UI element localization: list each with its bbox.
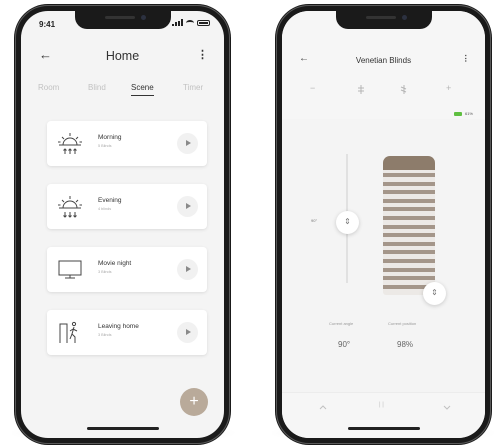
scene-name: Leaving home bbox=[98, 323, 139, 330]
signal-icon bbox=[172, 19, 183, 26]
angle-slider-handle[interactable]: ⇕ bbox=[336, 211, 359, 234]
tab-room[interactable]: Room bbox=[38, 83, 59, 92]
left-phone: 9:41 ← Home ⋮ Room Blind Scene Timer Mor… bbox=[14, 4, 231, 445]
plus-button[interactable]: + bbox=[446, 83, 451, 93]
blind-slat bbox=[383, 198, 435, 203]
scene-card-evening[interactable]: Evening 4 blinds bbox=[47, 184, 207, 229]
current-position-label: Current position bbox=[388, 321, 417, 326]
current-angle-value: 90° bbox=[338, 340, 351, 349]
blind-slat bbox=[383, 259, 435, 263]
scene-name: Morning bbox=[98, 134, 122, 141]
home-indicator bbox=[86, 427, 159, 430]
current-position-value: 98% bbox=[397, 340, 414, 349]
more-options-icon[interactable]: ⋮ bbox=[197, 48, 208, 61]
minus-button[interactable]: − bbox=[310, 83, 315, 93]
leaving-home-icon bbox=[59, 321, 78, 343]
blind-headrail bbox=[383, 156, 435, 170]
blind-slat bbox=[383, 190, 435, 195]
blind-slat bbox=[383, 276, 435, 281]
more-options-icon[interactable]: ⋮ bbox=[462, 53, 471, 64]
sunrise-icon bbox=[58, 133, 82, 154]
home-indicator bbox=[347, 427, 420, 430]
tab-bar: Room Blind Scene Timer bbox=[21, 83, 224, 105]
blind-slat bbox=[383, 267, 435, 272]
battery-icon bbox=[197, 19, 210, 26]
scene-card-leaving-home[interactable]: Leaving home 3 Blinds bbox=[47, 310, 207, 355]
scene-subtitle: 4 blinds bbox=[98, 207, 112, 211]
scene-screen: 9:41 ← Home ⋮ Room Blind Scene Timer Mor… bbox=[21, 11, 224, 438]
battery-icon bbox=[453, 111, 462, 116]
pause-button[interactable]: | | bbox=[379, 402, 384, 408]
battery-indicator: 61% bbox=[453, 111, 473, 116]
slats-closed-icon[interactable] bbox=[356, 85, 366, 94]
blind-slat bbox=[383, 241, 435, 246]
tab-scene[interactable]: Scene bbox=[131, 83, 154, 96]
blind-slat bbox=[383, 233, 435, 238]
sunset-icon bbox=[58, 196, 82, 218]
scene-subtitle: 5 Blinds bbox=[98, 144, 112, 148]
scene-subtitle: 3 Blinds bbox=[98, 333, 112, 337]
down-arrow-icon[interactable] bbox=[443, 405, 451, 410]
blind-slat bbox=[383, 224, 435, 229]
tab-timer[interactable]: Timer bbox=[183, 83, 203, 92]
blind-slat bbox=[383, 216, 435, 220]
blind-slat bbox=[383, 207, 435, 212]
wifi-icon bbox=[186, 19, 194, 26]
tab-blind[interactable]: Blind bbox=[88, 83, 106, 92]
play-button[interactable] bbox=[177, 322, 198, 343]
play-button[interactable] bbox=[177, 259, 198, 280]
notch bbox=[335, 11, 432, 29]
status-time: 9:41 bbox=[39, 20, 56, 29]
blind-slat bbox=[383, 250, 435, 255]
add-scene-button[interactable]: + bbox=[180, 388, 208, 416]
scene-name: Movie night bbox=[98, 260, 132, 267]
scene-subtitle: 3 Blinds bbox=[98, 270, 112, 274]
right-phone: ← Venetian Blinds ⋮ − + 61% ⇕ 90° ⇕ Curr… bbox=[275, 4, 492, 445]
notch bbox=[74, 11, 171, 29]
page-title: Home bbox=[105, 49, 140, 63]
app-header: ← Home ⋮ bbox=[21, 43, 224, 69]
scene-card-movie-night[interactable]: Movie night 3 Blinds bbox=[47, 247, 207, 292]
blind-control-screen: ← Venetian Blinds ⋮ − + 61% ⇕ 90° ⇕ Curr… bbox=[282, 11, 485, 438]
scene-name: Evening bbox=[98, 197, 122, 204]
blind-visual bbox=[383, 156, 435, 295]
blind-slat bbox=[383, 173, 435, 177]
scene-card-morning[interactable]: Morning 5 Blinds bbox=[47, 121, 207, 166]
play-button[interactable] bbox=[177, 196, 198, 217]
blind-slat bbox=[383, 181, 435, 186]
position-slider-handle[interactable]: ⇕ bbox=[423, 282, 446, 305]
tv-icon bbox=[58, 260, 82, 279]
page-title: Venetian Blinds bbox=[355, 56, 412, 65]
up-arrow-icon[interactable] bbox=[319, 405, 327, 410]
slats-open-icon[interactable] bbox=[399, 85, 409, 94]
angle-value-label: 90° bbox=[311, 218, 318, 223]
battery-level: 61% bbox=[464, 111, 473, 116]
bottom-controls: | | bbox=[282, 392, 485, 438]
play-button[interactable] bbox=[177, 133, 198, 154]
current-angle-label: Current angle bbox=[329, 321, 354, 326]
